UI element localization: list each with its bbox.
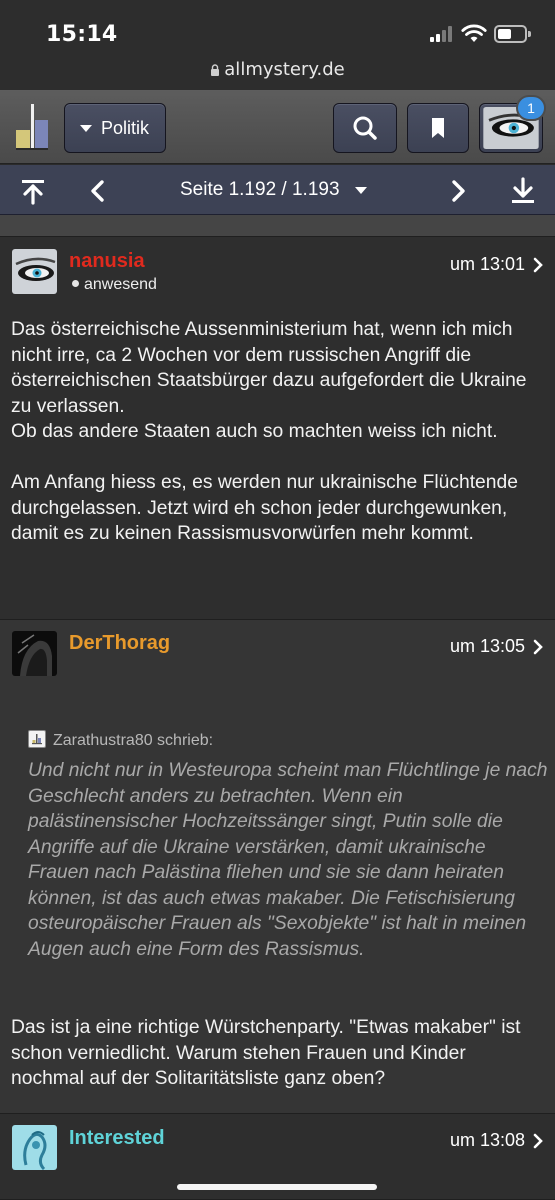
post-username[interactable]: DerThorag: [69, 632, 170, 655]
url-text: allmystery.de: [224, 59, 345, 80]
battery-icon: [494, 25, 527, 43]
post-time[interactable]: um 13:05: [450, 636, 525, 657]
post-body: Das österreichische Aussenministerium ha…: [11, 319, 527, 544]
post: DerThorag um 13:05 Zarathustra80 schrieb…: [0, 620, 555, 1114]
previous-page-icon[interactable]: [84, 177, 112, 205]
avatar[interactable]: [12, 631, 57, 676]
post-username[interactable]: nanusia: [69, 250, 145, 273]
post-username[interactable]: Interested: [69, 1127, 165, 1150]
page-navigation-bar: Seite 1.192 / 1.193: [0, 165, 555, 215]
first-page-icon[interactable]: [19, 177, 47, 205]
bookmark-button[interactable]: [407, 103, 469, 153]
post-time[interactable]: um 13:01: [450, 254, 525, 275]
avatar[interactable]: [12, 249, 57, 294]
presence-label: anwesend: [84, 276, 157, 293]
notification-badge[interactable]: 1: [516, 95, 546, 121]
site-header: Politik: [0, 90, 555, 164]
presence-status: anwesend: [72, 276, 157, 294]
chevron-right-icon[interactable]: [533, 1133, 543, 1149]
chevron-right-icon[interactable]: [533, 639, 543, 655]
next-page-icon[interactable]: [444, 177, 472, 205]
online-dot-icon: [72, 280, 79, 287]
wifi-icon: [461, 24, 487, 42]
category-dropdown-button[interactable]: Politik: [64, 103, 166, 153]
status-bar: 15:14: [0, 0, 555, 58]
status-time: 15:14: [46, 22, 118, 47]
avatar[interactable]: [12, 1125, 57, 1170]
post-time[interactable]: um 13:08: [450, 1130, 525, 1151]
quote-text: Und nicht nur in Westeuropa scheint man …: [28, 760, 548, 960]
allmystery-logo[interactable]: [14, 102, 50, 152]
url-bar[interactable]: allmystery.de: [0, 58, 555, 90]
lock-icon: [211, 64, 220, 76]
cellular-signal-icon: [430, 26, 455, 42]
battery-tip: [528, 31, 531, 37]
page-dropdown-caret-icon[interactable]: [355, 187, 367, 194]
home-indicator[interactable]: [177, 1184, 377, 1190]
divider: [0, 215, 555, 237]
quote-author-icon: [28, 730, 46, 748]
category-label: Politik: [101, 118, 150, 138]
page-indicator[interactable]: Seite 1.192 / 1.193: [180, 179, 340, 201]
bookmark-icon: [432, 118, 444, 138]
post: nanusia anwesend um 13:01 Das österreich…: [0, 237, 555, 620]
caret-down-icon: [80, 125, 92, 132]
last-page-icon[interactable]: [509, 177, 537, 205]
post-body: Das ist ja eine richtige Würstchenparty.…: [11, 1017, 521, 1089]
quote-header[interactable]: Zarathustra80 schrieb:: [28, 730, 213, 750]
search-button[interactable]: [333, 103, 397, 153]
search-icon: [353, 116, 377, 140]
chevron-right-icon[interactable]: [533, 257, 543, 273]
quote-author: Zarathustra80 schrieb:: [53, 732, 214, 749]
